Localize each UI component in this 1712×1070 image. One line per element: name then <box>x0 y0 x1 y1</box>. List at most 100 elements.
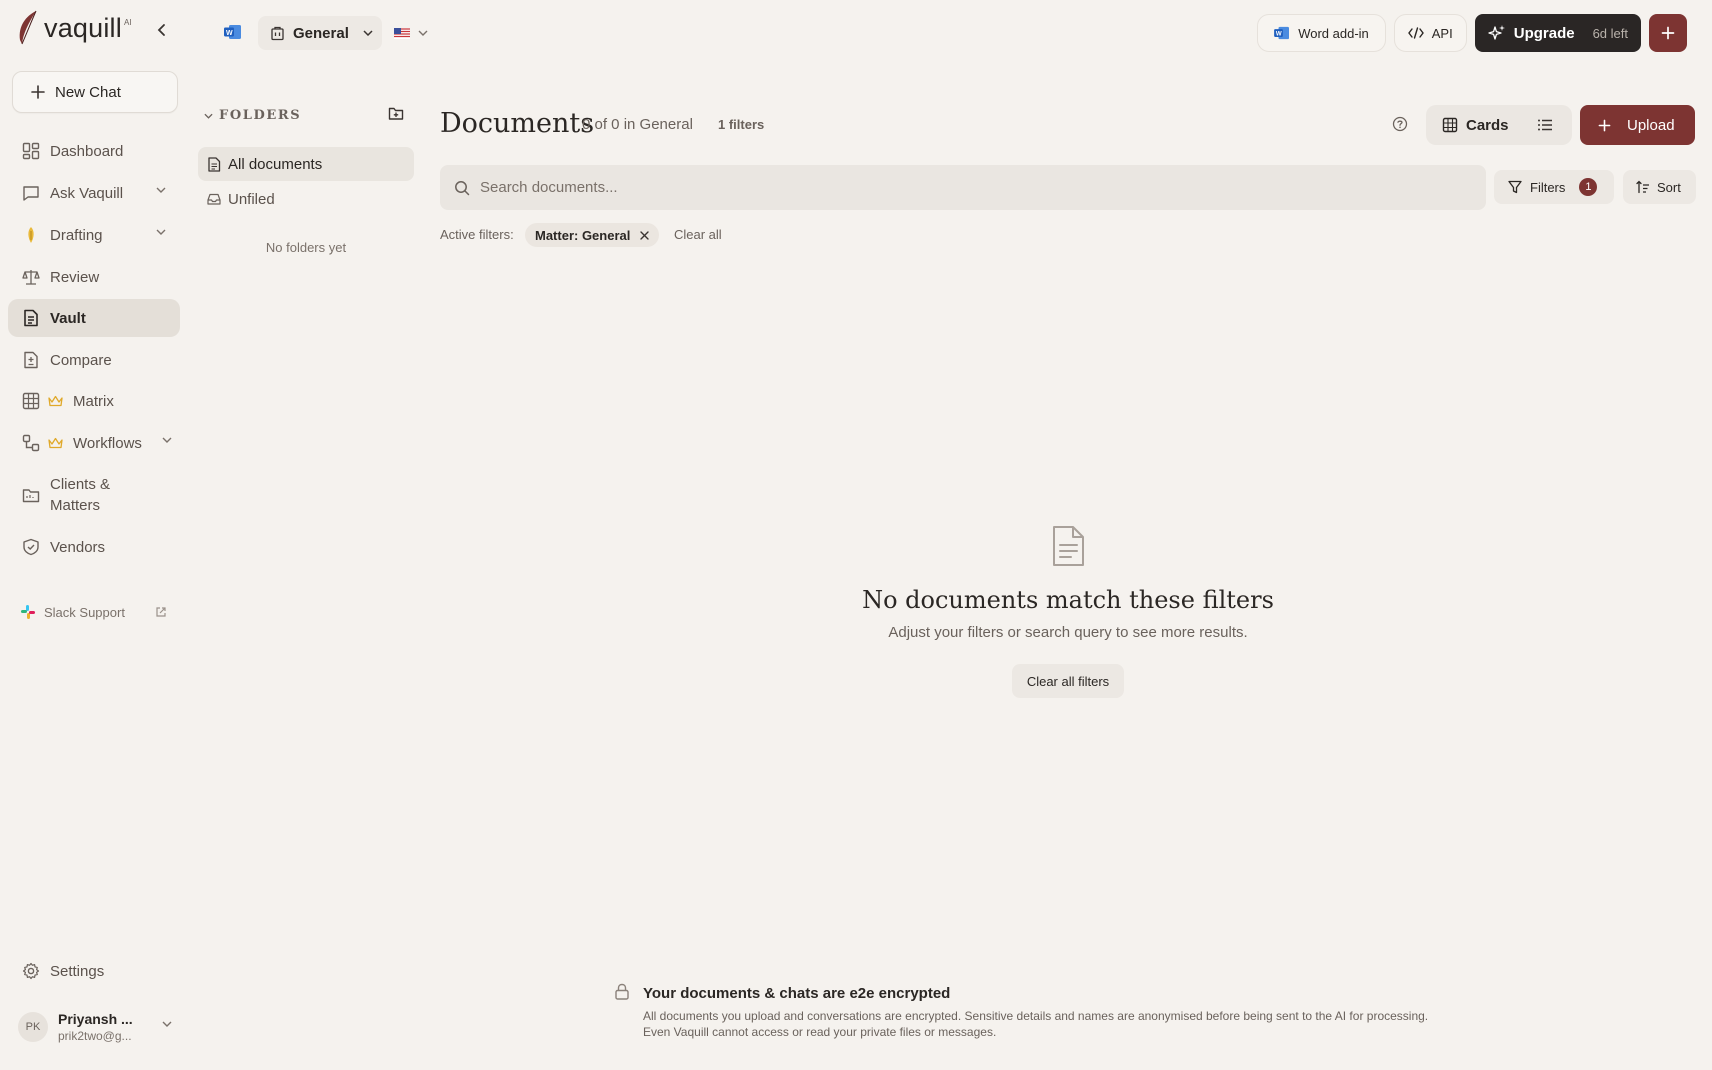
logo-badge: AI <box>123 17 132 27</box>
grid-icon <box>22 392 40 410</box>
word-addin-button[interactable]: W Word add-in <box>1257 14 1386 52</box>
user-name: Priyansh ... <box>58 1011 133 1027</box>
page-title: Documents <box>440 108 595 139</box>
folders-toggle[interactable]: FOLDERS <box>204 108 301 123</box>
sparkle-icon <box>1488 25 1505 40</box>
sort-icon <box>1636 180 1649 194</box>
folder-icon <box>22 489 40 503</box>
inbox-icon <box>207 193 221 205</box>
sort-label: Sort <box>1657 179 1681 195</box>
sidebar-item-dashboard[interactable]: Dashboard <box>8 132 180 170</box>
new-folder-button[interactable] <box>388 106 406 124</box>
slack-icon <box>21 605 35 619</box>
view-toggle: Cards <box>1426 105 1572 145</box>
chat-icon <box>23 186 39 201</box>
sidebar-item-vault[interactable]: Vault <box>8 299 180 337</box>
upgrade-button[interactable]: Upgrade 6d left <box>1474 14 1641 52</box>
pen-nib-icon <box>28 227 34 243</box>
document-icon <box>24 309 38 327</box>
remove-filter-button[interactable] <box>640 230 650 240</box>
search-bar <box>440 165 1486 210</box>
active-filter-chip: Matter: General <box>525 223 660 247</box>
shield-icon <box>23 538 39 556</box>
settings-button[interactable]: Settings <box>8 952 180 990</box>
api-label: API <box>1431 25 1453 41</box>
svg-text:W: W <box>1276 31 1282 38</box>
word-addin-label: Word add-in <box>1298 25 1369 41</box>
filters-count-badge: 1 <box>1579 178 1598 196</box>
folder-unfiled[interactable]: Unfiled <box>198 182 414 216</box>
slack-support-label: Slack Support <box>44 604 125 620</box>
word-app-icon[interactable]: W <box>224 24 242 40</box>
view-cards-label: Cards <box>1466 116 1509 134</box>
crown-icon <box>48 437 63 449</box>
user-email: prik2two@g... <box>58 1029 132 1043</box>
empty-document-icon <box>1050 525 1086 567</box>
sidebar-item-label: Compare <box>50 351 112 369</box>
sidebar-item-matrix[interactable]: Matrix <box>8 382 180 420</box>
empty-state-title: No documents match these filters <box>862 586 1274 614</box>
view-cards-button[interactable]: Cards <box>1430 109 1521 141</box>
folders-heading: FOLDERS <box>219 108 302 123</box>
compare-icon <box>24 351 38 369</box>
sidebar-item-label: Vault <box>50 309 86 327</box>
clear-all-link[interactable]: Clear all <box>674 227 722 242</box>
no-folders-message: No folders yet <box>265 240 347 255</box>
empty-state-subtitle: Adjust your filters or search query to s… <box>888 624 1248 641</box>
sidebar-item-review[interactable]: Review <box>8 258 180 296</box>
external-link-icon <box>156 607 166 617</box>
filter-icon <box>1508 180 1522 194</box>
slack-support-link[interactable]: Slack Support <box>20 604 167 620</box>
collapse-sidebar-button[interactable] <box>152 20 172 40</box>
filters-button[interactable]: Filters 1 <box>1494 170 1614 204</box>
code-icon <box>1407 27 1424 39</box>
encryption-line-1: All documents you upload and conversatio… <box>643 1009 1429 1023</box>
sidebar-item-label: Clients & Matters <box>50 476 111 514</box>
api-button[interactable]: API <box>1393 14 1467 52</box>
plus-icon <box>31 85 45 99</box>
region-selector[interactable] <box>394 20 440 46</box>
upload-button[interactable]: Upload <box>1580 105 1695 145</box>
sidebar-item-compare[interactable]: Compare <box>8 341 180 379</box>
sidebar-item-ask-vaquill[interactable]: Ask Vaquill <box>8 174 180 212</box>
sidebar-item-vendors[interactable]: Vendors <box>8 528 180 566</box>
gear-icon <box>22 962 40 980</box>
chevron-down-icon <box>156 229 166 235</box>
settings-label: Settings <box>50 962 105 980</box>
sidebar-item-label: Drafting <box>50 226 103 244</box>
logo[interactable]: vaquill AI <box>16 10 132 46</box>
feather-logo-icon <box>19 10 37 45</box>
matter-label: General <box>293 24 349 42</box>
clear-all-filters-button[interactable]: Clear all filters <box>1012 664 1124 698</box>
filter-chip-label: Matter: General <box>535 227 631 243</box>
view-list-button[interactable] <box>1529 109 1561 141</box>
lock-icon <box>614 983 630 1000</box>
encryption-title: Your documents & chats are e2e encrypted <box>643 985 951 1002</box>
search-input[interactable] <box>480 179 1380 196</box>
sidebar-item-drafting[interactable]: Drafting <box>8 216 180 254</box>
matter-selector[interactable]: General <box>258 16 382 50</box>
grid-icon <box>1442 117 1458 133</box>
sidebar-item-workflows[interactable]: Workflows <box>8 424 180 462</box>
word-icon: W <box>1274 26 1290 40</box>
chevron-down-icon <box>204 113 213 119</box>
logo-wordmark: vaquill <box>44 12 122 43</box>
help-button[interactable] <box>1392 116 1410 134</box>
sidebar-item-label: Dashboard <box>50 142 124 160</box>
document-count: 0 of 0 in General <box>582 116 693 133</box>
workflow-icon <box>22 434 40 452</box>
us-flag-icon <box>394 27 410 39</box>
search-icon <box>455 180 470 195</box>
encryption-line-2: Even Vaquill cannot access or read your … <box>643 1025 997 1039</box>
avatar: PK <box>18 1012 48 1042</box>
chevron-down-icon <box>418 30 428 36</box>
sidebar-item-clients-matters[interactable]: Clients & Matters <box>8 472 180 518</box>
sidebar: vaquill AI New Chat Dashboard Ask Vaquil… <box>0 0 190 1070</box>
new-chat-label: New Chat <box>55 83 121 101</box>
trial-remaining: 6d left <box>1592 25 1628 41</box>
create-button[interactable] <box>1649 14 1687 52</box>
new-chat-button[interactable]: New Chat <box>12 71 178 113</box>
sort-button[interactable]: Sort <box>1623 170 1696 204</box>
user-menu[interactable]: PK Priyansh ... prik2two@g... <box>18 1005 178 1049</box>
folder-all-documents[interactable]: All documents <box>198 147 414 181</box>
